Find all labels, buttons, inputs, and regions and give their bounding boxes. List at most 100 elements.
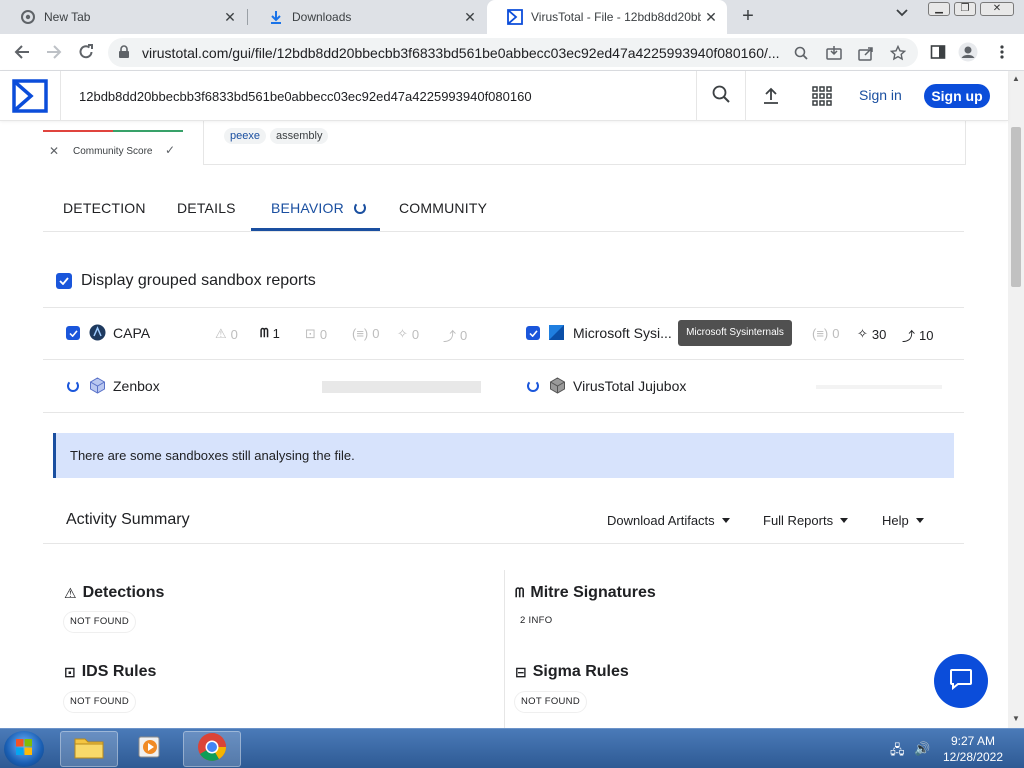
new-tab-button[interactable]: +: [737, 5, 759, 27]
tab-label: BEHAVIOR: [271, 200, 344, 216]
tab-details[interactable]: DETAILS: [177, 200, 236, 216]
scroll-thumb[interactable]: [1011, 127, 1021, 287]
virustotal-logo[interactable]: [12, 79, 48, 113]
clock-date: 12/28/2022: [942, 750, 1004, 764]
metric-ids: ⊡ 0: [305, 326, 327, 342]
divider: [43, 359, 964, 360]
metric-detections: ⚠ 0: [215, 326, 238, 342]
ids-icon: ⊡: [64, 663, 76, 680]
start-button[interactable]: [4, 731, 44, 767]
install-icon[interactable]: [825, 44, 843, 62]
side-panel-icon[interactable]: [928, 42, 948, 62]
window-close-button[interactable]: ✕: [980, 2, 1014, 16]
download-icon: [268, 9, 284, 25]
tab-search-icon[interactable]: [896, 6, 908, 20]
tab-new-tab[interactable]: New Tab ✕: [0, 0, 246, 34]
page-scrollbar[interactable]: ▲ ▼: [1008, 71, 1024, 728]
caret-down-icon: [840, 518, 849, 523]
sysinternals-logo-icon: [549, 325, 564, 345]
metric-value: 30: [871, 326, 887, 342]
section-title: IDS Rules: [81, 663, 157, 680]
sigma-rules-status: NOT FOUND: [515, 692, 586, 712]
help-dropdown[interactable]: Help: [882, 513, 924, 528]
sign-up-button[interactable]: Sign up: [924, 84, 990, 108]
minimize-button[interactable]: ▁: [928, 2, 950, 16]
search-icon: [712, 85, 730, 108]
media-player-icon: [137, 734, 163, 765]
tab-virustotal[interactable]: VirusTotal - File - 12bdb8dd20bb ✕: [487, 0, 727, 34]
tab-detection[interactable]: DETECTION: [63, 200, 146, 216]
dropdown-label: Download Artifacts: [607, 513, 715, 528]
section-mitre-signatures: ᗰ Mitre Signatures: [515, 584, 656, 602]
capa-checkbox[interactable]: [66, 326, 80, 340]
tab-community[interactable]: COMMUNITY: [399, 200, 487, 216]
search-icon[interactable]: [792, 44, 810, 62]
grouped-reports-checkbox[interactable]: [56, 273, 72, 289]
bookmark-star-icon[interactable]: [889, 44, 907, 62]
section-detections: ⚠ Detections: [64, 584, 164, 602]
scroll-down-arrow[interactable]: ▼: [1012, 714, 1020, 723]
tab-behavior[interactable]: BEHAVIOR: [271, 200, 366, 216]
upload-icon[interactable]: [760, 85, 782, 107]
sign-in-link[interactable]: Sign in: [859, 87, 902, 103]
tab-downloads[interactable]: Downloads ✕: [248, 0, 486, 34]
scroll-up-arrow[interactable]: ▲: [1012, 74, 1020, 83]
vote-harmless-icon[interactable]: ✓: [165, 143, 175, 157]
sigma-icon: (≡): [352, 326, 369, 341]
volume-tray-icon[interactable]: 🔊: [914, 741, 930, 757]
system-clock[interactable]: 9:27 AM 12/28/2022: [938, 733, 1008, 765]
address-bar[interactable]: virustotal.com/gui/file/12bdb8dd20bbecbb…: [108, 38, 918, 67]
download-artifacts-dropdown[interactable]: Download Artifacts: [607, 513, 730, 528]
profile-avatar[interactable]: [958, 42, 978, 62]
loading-placeholder: [816, 385, 942, 389]
close-icon[interactable]: ✕: [701, 9, 721, 26]
close-icon[interactable]: ✕: [460, 9, 480, 26]
metric-value: 0: [230, 326, 238, 342]
reload-button[interactable]: [76, 42, 96, 62]
section-sigma-rules: ⊟ Sigma Rules: [515, 663, 629, 681]
sandbox-name-zenbox[interactable]: Zenbox: [113, 378, 160, 394]
dropdown-label: Full Reports: [763, 513, 834, 528]
jujubox-logo-icon: [549, 377, 566, 399]
section-ids-rules: ⊡ IDS Rules: [64, 663, 156, 681]
vote-malicious-icon[interactable]: ✕: [49, 144, 59, 158]
dropdown-label: Help: [882, 513, 909, 528]
taskbar-chrome[interactable]: [183, 731, 241, 767]
metric-mitre: ᗰ1: [260, 326, 280, 341]
tab-strip: New Tab ✕ Downloads ✕ VirusTotal - File …: [0, 0, 1024, 34]
sandbox-name-microsoft-sysinternals[interactable]: Microsoft Sysi...: [573, 325, 672, 341]
metric-sigma: (≡) 0: [352, 326, 379, 341]
sandbox-name-virustotal-jujubox[interactable]: VirusTotal Jujubox: [573, 378, 686, 394]
vt-search-field[interactable]: 12bdb8dd20bbecbb3f6833bd561be0abbecc03ec…: [60, 71, 696, 121]
metric-value: 0: [319, 326, 328, 342]
share-icon[interactable]: [857, 44, 875, 62]
sandbox-name-capa[interactable]: CAPA: [113, 325, 150, 341]
close-icon[interactable]: ✕: [220, 9, 240, 26]
taskbar-explorer[interactable]: [60, 731, 118, 767]
chat-button[interactable]: [934, 654, 988, 708]
metric-value: 0: [832, 326, 840, 341]
zenbox-logo-icon: [89, 377, 106, 399]
lock-icon[interactable]: [118, 45, 130, 64]
sigma-icon: ⊟: [515, 663, 527, 680]
apps-grid-icon[interactable]: [811, 85, 833, 107]
tag-assembly[interactable]: assembly: [270, 128, 329, 144]
restore-button[interactable]: ❐: [954, 2, 976, 16]
tab-title: Downloads: [292, 10, 352, 24]
network-tray-icon[interactable]: 🖧: [890, 741, 905, 763]
vt-search-button[interactable]: [696, 71, 746, 121]
tag-peexe[interactable]: peexe: [224, 128, 266, 144]
full-reports-dropdown[interactable]: Full Reports: [763, 513, 849, 528]
more-menu-icon[interactable]: [992, 42, 1012, 62]
grouped-reports-label: Display grouped sandbox reports: [81, 272, 316, 289]
folder-icon: [74, 735, 104, 764]
taskbar-media-player[interactable]: [121, 731, 179, 767]
metric-value: 10: [919, 328, 934, 343]
windows-logo-icon: [15, 738, 33, 761]
back-button[interactable]: [12, 42, 32, 62]
msys-checkbox[interactable]: [526, 326, 540, 340]
section-title: Detections: [82, 584, 165, 601]
metric-network: ✧ 0: [397, 326, 419, 342]
chrome-icon: [197, 732, 227, 767]
forward-button[interactable]: [44, 42, 64, 62]
